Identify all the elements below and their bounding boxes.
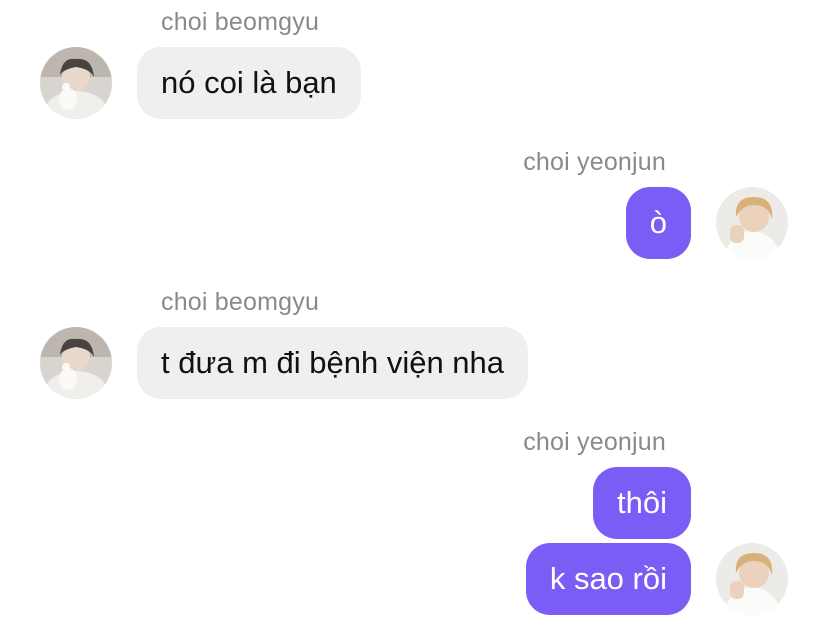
avatar-yeonjun[interactable] (716, 187, 788, 259)
sender-name: choi beomgyu (161, 8, 320, 36)
message-bubble-outgoing[interactable]: thôi (593, 467, 691, 539)
avatar-beomgyu[interactable] (40, 47, 112, 119)
sender-name: choi yeonjun (523, 148, 666, 176)
message-bubble-outgoing[interactable]: ò (625, 187, 691, 259)
avatar-beomgyu[interactable] (40, 327, 112, 399)
message-bubble-outgoing[interactable]: k sao rồi (525, 543, 691, 615)
message-bubble-incoming[interactable]: nó coi là bạn (137, 47, 361, 119)
message-bubble-incoming[interactable]: t đưa m đi bệnh viện nha (137, 327, 529, 399)
sender-name: choi yeonjun (523, 428, 666, 456)
sender-name: choi beomgyu (161, 288, 320, 316)
avatar-yeonjun[interactable] (716, 543, 788, 615)
